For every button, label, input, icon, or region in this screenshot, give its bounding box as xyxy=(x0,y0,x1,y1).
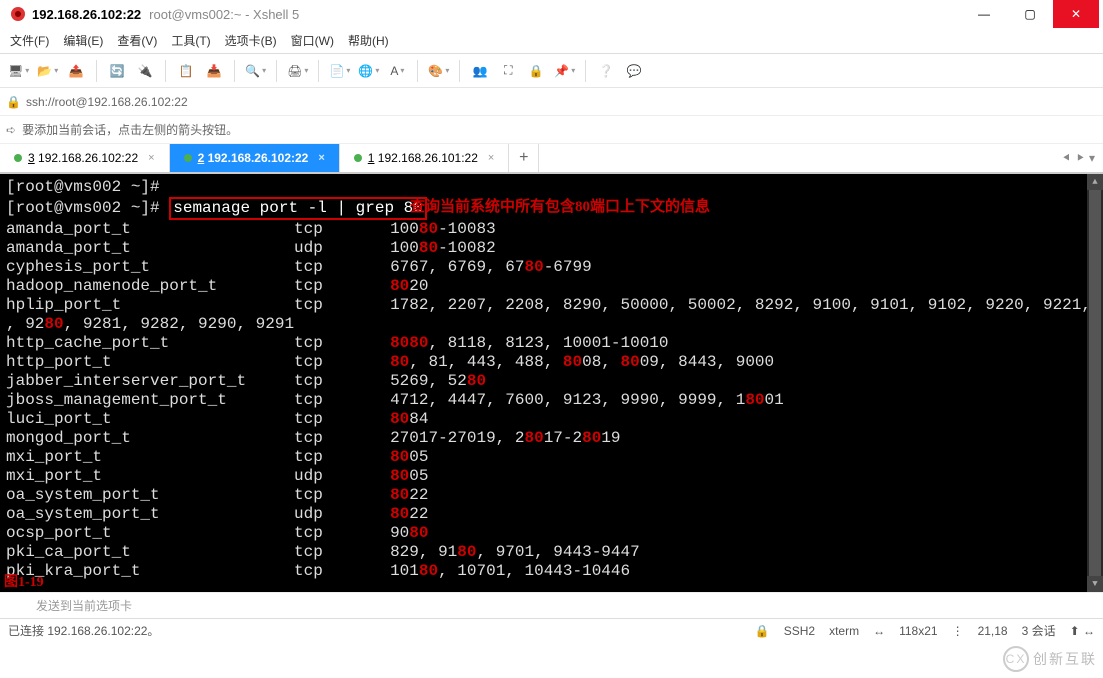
watermark-text: 创新互联 xyxy=(1033,649,1097,669)
tab[interactable]: 2 192.168.26.102:22 × xyxy=(170,144,340,172)
hint-text: 要添加当前会话，点击左侧的箭头按钮。 xyxy=(22,121,238,138)
status-size: 118x21 xyxy=(899,624,937,638)
status-connection: 已连接 192.168.26.102:22。 xyxy=(8,622,159,639)
address-bar[interactable]: 🔒 ssh://root@192.168.26.102:22 xyxy=(0,88,1103,116)
tab-bar: 3 192.168.26.102:22 × 2 192.168.26.102:22 ×… xyxy=(0,144,1103,174)
menu-item[interactable]: 编辑(E) xyxy=(63,32,103,49)
status-size-icon: ↔ xyxy=(873,624,885,638)
window-controls: — ▢ ✕ xyxy=(961,0,1099,28)
users-icon[interactable]: 👥 xyxy=(468,58,492,84)
globe-icon[interactable]: 🌐 xyxy=(356,58,381,84)
window-sub-title: root@vms002:~ - Xshell 5 xyxy=(149,7,299,22)
menu-item[interactable]: 窗口(W) xyxy=(291,32,334,49)
disconnect-icon[interactable]: 🔌 xyxy=(133,58,157,84)
menu-item[interactable]: 选项卡(B) xyxy=(225,32,277,49)
lock-icon: 🔒 xyxy=(6,95,20,109)
status-sess-icon: ⬆ ↔ xyxy=(1070,624,1095,638)
menu-item[interactable]: 文件(F) xyxy=(10,32,49,49)
menu-bar: 文件(F) 编辑(E) 查看(V) 工具(T) 选项卡(B) 窗口(W) 帮助(H) xyxy=(0,28,1103,54)
menu-item[interactable]: 帮助(H) xyxy=(348,32,389,49)
status-dot-icon xyxy=(184,154,192,162)
tab-prev-icon[interactable]: ⯇ xyxy=(1062,151,1072,166)
status-pos-icon: ⋮ xyxy=(952,624,964,638)
send-input[interactable]: 发送到当前选项卡 xyxy=(36,597,132,614)
scroll-thumb[interactable] xyxy=(1089,190,1101,592)
terminal-output: [root@vms002 ~]# [root@vms002 ~]# semana… xyxy=(6,178,1097,581)
menu-item[interactable]: 查看(V) xyxy=(117,32,157,49)
tab-close-icon[interactable]: × xyxy=(148,152,154,164)
lock-icon[interactable]: 🔒 xyxy=(524,58,548,84)
tab-label: 1 192.168.26.101:22 xyxy=(368,151,478,165)
status-bar: 已连接 192.168.26.102:22。 🔒 SSH2 xterm ↔ 11… xyxy=(0,618,1103,642)
help-icon[interactable]: ❔ xyxy=(594,58,618,84)
tab-label: 2 192.168.26.102:22 xyxy=(198,151,309,165)
status-dot-icon xyxy=(14,154,22,162)
status-dot-icon xyxy=(354,154,362,162)
copy-icon[interactable]: 📋 xyxy=(174,58,198,84)
close-button[interactable]: ✕ xyxy=(1053,0,1099,28)
new-session-icon[interactable]: 🖥 xyxy=(6,58,31,84)
arrow-icon[interactable]: ➪ xyxy=(6,123,16,137)
title-bar: 192.168.26.102:22 root@vms002:~ - Xshell… xyxy=(0,0,1103,28)
status-proto-icon: 🔒 xyxy=(755,624,770,638)
send-bar[interactable]: 发送到当前选项卡 xyxy=(0,592,1103,618)
tab-label: 3 192.168.26.102:22 xyxy=(28,151,138,165)
color-icon[interactable]: 🎨 xyxy=(426,58,451,84)
reconnect-icon[interactable]: 🔄 xyxy=(105,58,129,84)
tab[interactable]: 3 192.168.26.102:22 × xyxy=(0,144,170,172)
menu-item[interactable]: 工具(T) xyxy=(171,32,210,49)
tab[interactable]: 1 192.168.26.101:22 × xyxy=(340,144,510,172)
search-icon[interactable]: 🔍 xyxy=(243,58,268,84)
scroll-down-icon[interactable]: ▼ xyxy=(1087,576,1103,592)
annotation-main: 查询当前系统中所有包含80端口上下文的信息 xyxy=(410,198,710,217)
fullscreen-icon[interactable]: ⛶ xyxy=(496,58,520,84)
toolbar: 🖥📂📤 🔄🔌 📋📥 🔍 🖨 📄🌐A 🎨 👥⛶🔒📌 ❔💬 xyxy=(0,54,1103,88)
minimize-button[interactable]: — xyxy=(961,0,1007,28)
annotation-figure: 图1-19 xyxy=(4,573,44,592)
tab-close-icon[interactable]: × xyxy=(318,152,324,164)
scroll-up-icon[interactable]: ▲ xyxy=(1087,174,1103,190)
status-term: xterm xyxy=(829,624,859,638)
add-tab-button[interactable]: + xyxy=(509,144,539,172)
tab-nav: ⯇ ⯈ ▾ xyxy=(1054,144,1103,172)
open-icon[interactable]: 📂 xyxy=(35,58,60,84)
send-icon[interactable]: 📤 xyxy=(64,58,88,84)
terminal[interactable]: [root@vms002 ~]# [root@vms002 ~]# semana… xyxy=(0,174,1103,592)
status-protocol: SSH2 xyxy=(784,624,815,638)
watermark-logo-icon: CX xyxy=(1003,646,1029,672)
chat-icon[interactable]: 💬 xyxy=(622,58,646,84)
status-sessions: 3 会话 xyxy=(1022,622,1056,639)
paste-icon[interactable]: 📥 xyxy=(202,58,226,84)
tab-close-icon[interactable]: × xyxy=(488,152,494,164)
status-position: 21,18 xyxy=(978,624,1008,638)
hint-bar: ➪ 要添加当前会话，点击左侧的箭头按钮。 xyxy=(0,116,1103,144)
maximize-button[interactable]: ▢ xyxy=(1007,0,1053,28)
watermark: CX 创新互联 xyxy=(1003,646,1097,672)
address-text: ssh://root@192.168.26.102:22 xyxy=(26,95,188,109)
print-icon[interactable]: 🖨 xyxy=(285,58,310,84)
tab-next-icon[interactable]: ⯈ xyxy=(1075,151,1085,166)
font-icon[interactable]: A xyxy=(385,58,409,84)
window-host-title: 192.168.26.102:22 xyxy=(32,7,141,22)
terminal-scrollbar[interactable]: ▲ ▼ xyxy=(1087,174,1103,592)
app-logo-icon xyxy=(10,6,26,22)
pin-icon[interactable]: 📌 xyxy=(552,58,577,84)
properties-icon[interactable]: 📄 xyxy=(327,58,352,84)
tab-menu-icon[interactable]: ▾ xyxy=(1089,151,1095,165)
